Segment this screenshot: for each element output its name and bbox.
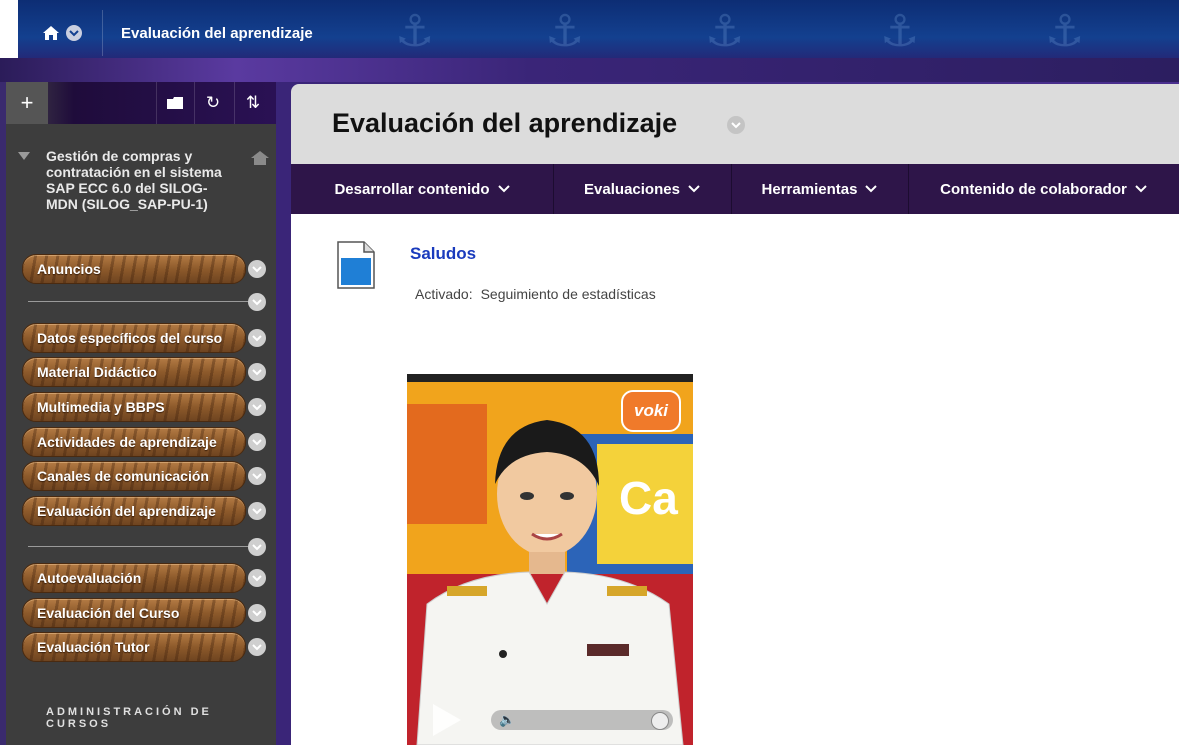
chevron-down-icon[interactable]	[248, 329, 266, 347]
plus-icon[interactable]: +	[6, 82, 48, 124]
anchor-pattern-icon: ⚓	[545, 6, 585, 57]
chevron-down-icon[interactable]	[248, 604, 266, 622]
chevron-down-icon	[865, 185, 878, 193]
chevron-down-icon[interactable]	[248, 467, 266, 485]
speaker-icon: 🔈	[499, 712, 516, 727]
home-icon[interactable]	[42, 25, 60, 41]
content-item-link[interactable]: Saludos	[410, 244, 476, 264]
meta-value: Seguimiento de estadísticas	[480, 286, 656, 302]
document-icon	[336, 240, 376, 290]
divider	[28, 301, 250, 302]
sidebar-item-evaluacion-tutor[interactable]: Evaluación Tutor	[22, 632, 246, 662]
chevron-down-icon[interactable]	[248, 638, 266, 656]
menu-contenido-colaborador[interactable]: Contenido de colaborador	[908, 164, 1179, 214]
menu-label: Desarrollar contenido	[334, 180, 490, 198]
refresh-icon[interactable]: ↻	[194, 82, 231, 124]
menu-label: Evaluaciones	[584, 180, 680, 198]
sidebar-item-label: Datos específicos del curso	[37, 330, 223, 346]
chevron-down-icon	[1135, 185, 1147, 193]
page-title: Evaluación del aprendizaje	[332, 108, 678, 138]
voki-logo: voki	[621, 390, 681, 432]
chevron-down-icon[interactable]	[248, 538, 266, 556]
sidebar-item-datos-especificos[interactable]: Datos específicos del curso	[22, 323, 246, 353]
player-controls: 🔈	[433, 704, 673, 736]
admin-section-title: ADMINISTRACIÓN DE CURSOS	[46, 706, 212, 730]
chevron-down-icon[interactable]	[248, 433, 266, 451]
sidebar-item-label: Autoevaluación	[37, 570, 142, 586]
folder-icon[interactable]	[156, 82, 193, 124]
sidebar-item-autoevaluacion[interactable]: Autoevaluación	[22, 563, 246, 593]
meta-label: Activado:	[415, 286, 473, 302]
sort-icon[interactable]: ⇅	[234, 82, 271, 124]
sidebar-item-evaluacion-aprendizaje[interactable]: Evaluación del aprendizaje	[22, 496, 246, 526]
voki-avatar-player[interactable]: Ca voki 🔈	[407, 374, 693, 745]
chevron-down-icon[interactable]	[248, 293, 266, 311]
volume-knob[interactable]	[651, 712, 669, 730]
sidebar-item-evaluacion-curso[interactable]: Evaluación del Curso	[22, 598, 246, 628]
breadcrumb-current[interactable]: Evaluación del aprendizaje	[113, 25, 313, 42]
chevron-down-icon	[497, 185, 510, 193]
chevron-down-icon	[688, 185, 700, 193]
sidebar-item-label: Anuncios	[37, 261, 101, 277]
menu-evaluaciones[interactable]: Evaluaciones	[553, 164, 732, 214]
home-icon[interactable]	[250, 150, 270, 166]
play-icon[interactable]	[433, 704, 461, 736]
chevron-down-icon[interactable]	[248, 398, 266, 416]
volume-slider[interactable]: 🔈	[491, 710, 673, 730]
chevron-down-icon[interactable]	[66, 25, 82, 41]
anchor-pattern-icon: ⚓	[1045, 6, 1085, 57]
menu-desarrollar-contenido[interactable]: Desarrollar contenido	[291, 164, 554, 214]
chevron-down-icon[interactable]	[248, 363, 266, 381]
chevron-down-icon[interactable]	[248, 502, 266, 520]
content-item-meta: Activado: Seguimiento de estadísticas	[415, 286, 656, 302]
menu-label: Herramientas	[761, 180, 858, 198]
menu-label: Contenido de colaborador	[940, 180, 1127, 198]
sidebar-item-actividades[interactable]: Actividades de aprendizaje	[22, 427, 246, 457]
sidebar-item-label: Actividades de aprendizaje	[37, 434, 217, 450]
chevron-down-icon[interactable]	[248, 569, 266, 587]
sidebar-item-label: Evaluación del aprendizaje	[37, 503, 216, 519]
sidebar-item-label: Multimedia y BBPS	[37, 399, 165, 415]
sidebar-item-label: Canales de comunicación	[37, 468, 209, 484]
anchor-pattern-icon: ⚓	[880, 6, 920, 57]
sidebar-item-label: Evaluación del Curso	[37, 605, 180, 621]
background-sign-text: Ca	[619, 472, 678, 524]
course-menu-sidebar: + ↻ ⇅ Gestión de compras y contratación …	[6, 82, 276, 745]
breadcrumb-home[interactable]	[22, 10, 103, 56]
anchor-pattern-icon: ⚓	[395, 6, 435, 57]
course-title[interactable]: Gestión de compras y contratación en el …	[46, 148, 236, 212]
sidebar-toolbar: + ↻ ⇅	[6, 82, 276, 124]
sidebar-item-canales[interactable]: Canales de comunicación	[22, 461, 246, 491]
breadcrumb: Evaluación del aprendizaje	[22, 10, 313, 56]
sidebar-item-anuncios[interactable]: Anuncios	[22, 254, 246, 284]
sidebar-item-label: Evaluación Tutor	[37, 639, 150, 655]
menu-herramientas[interactable]: Herramientas	[731, 164, 909, 214]
header-banner	[0, 58, 1179, 82]
anchor-pattern-icon: ⚓	[705, 6, 745, 57]
collapse-triangle-icon[interactable]	[18, 152, 30, 160]
sidebar-item-multimedia[interactable]: Multimedia y BBPS	[22, 392, 246, 422]
divider	[28, 546, 250, 547]
chevron-down-icon[interactable]	[248, 260, 266, 278]
chevron-down-icon[interactable]	[727, 116, 745, 134]
sidebar-item-material-didactico[interactable]: Material Didáctico	[22, 357, 246, 387]
sidebar-item-label: Material Didáctico	[37, 364, 157, 380]
